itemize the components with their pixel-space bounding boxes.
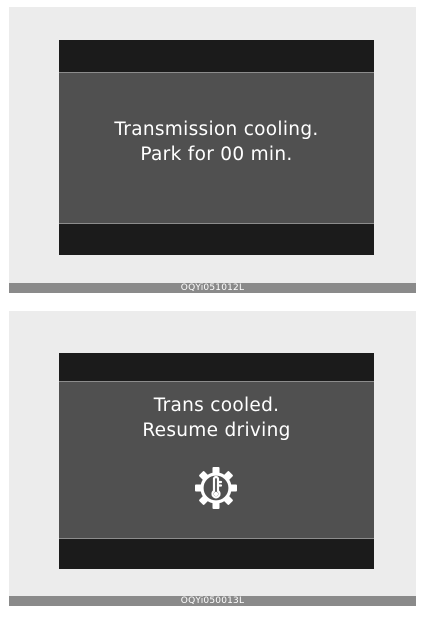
transmission-temperature-gear-icon — [195, 467, 237, 509]
message-line: Resume driving — [142, 420, 291, 441]
display-top-bar — [59, 353, 374, 382]
status-message: Trans cooled. Resume driving — [59, 393, 374, 443]
figure-caption: OQYi050013L — [9, 596, 416, 606]
display-top-bar — [59, 40, 374, 73]
figure-caption: OQYi051012L — [9, 283, 416, 293]
figure-panel-transmission-cooled: Trans cooled. Resume driving OQYi050013L — [9, 311, 416, 606]
cluster-display: Trans cooled. Resume driving — [59, 353, 374, 569]
message-line: Transmission cooling. — [114, 119, 319, 140]
cluster-display: Transmission cooling. Park for 00 min. — [59, 40, 374, 255]
message-line: Park for 00 min. — [140, 144, 293, 165]
warning-message: Transmission cooling. Park for 00 min. — [59, 117, 374, 167]
display-bottom-bar — [59, 538, 374, 569]
display-bottom-bar — [59, 223, 374, 255]
message-line: Trans cooled. — [153, 395, 280, 416]
figure-panel-transmission-cooling: Transmission cooling. Park for 00 min. O… — [9, 7, 416, 293]
